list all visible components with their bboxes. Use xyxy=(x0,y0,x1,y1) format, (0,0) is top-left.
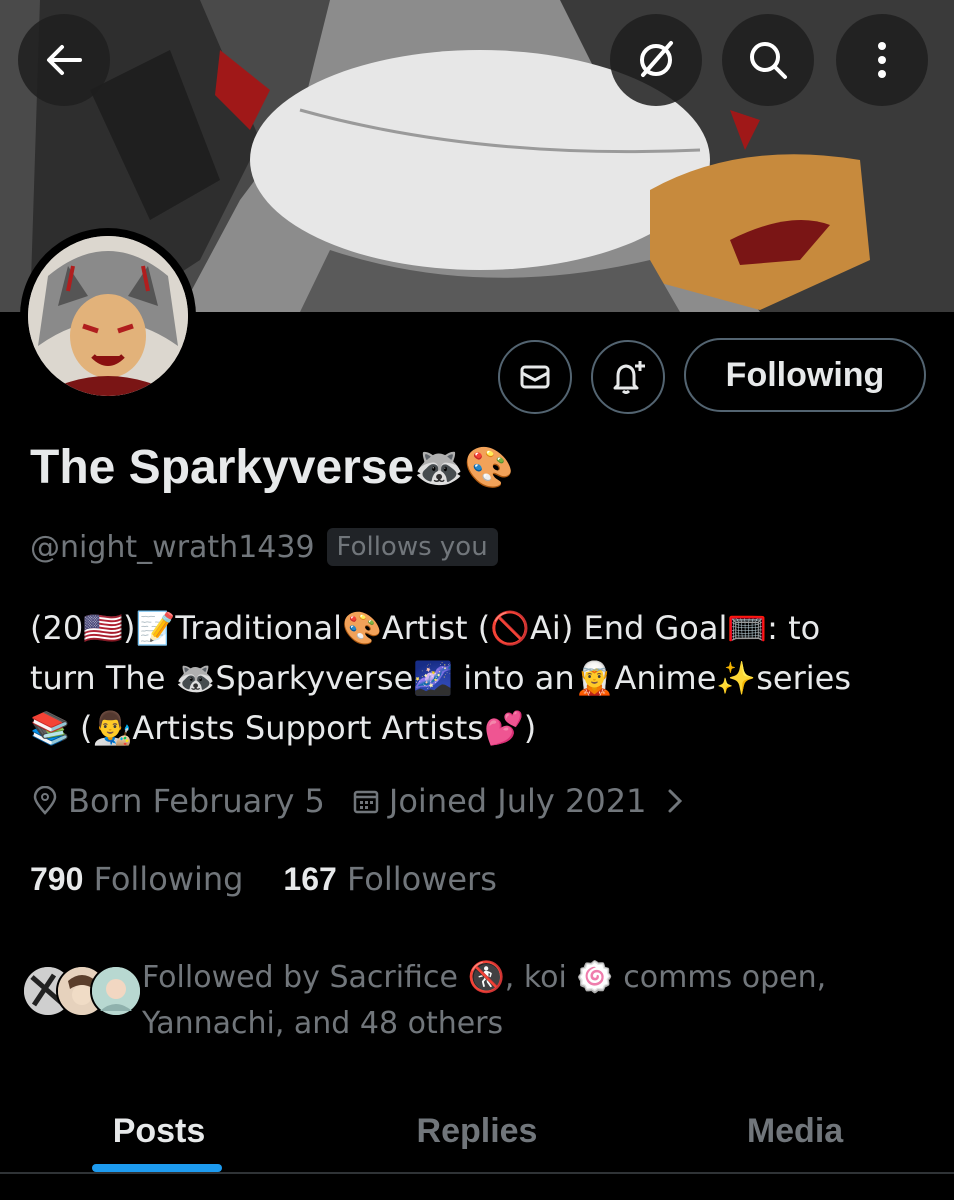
followed-by-line: Followed by Sacrifice 🚷, koi 🍥 comms ope… xyxy=(142,960,827,995)
profile-meta: Born February 5 Joined July 2021 xyxy=(30,782,694,820)
search-button[interactable] xyxy=(722,14,814,106)
chevron-right-icon[interactable] xyxy=(664,787,686,815)
tab-divider xyxy=(0,1172,954,1174)
followed-by-text[interactable]: Followed by Sacrifice 🚷, koi 🍥 comms ope… xyxy=(142,955,902,1047)
bio-line: (20🇺🇸)📝Traditional🎨Artist (🚫Ai) End Goal… xyxy=(30,609,821,647)
tab-posts[interactable]: Posts xyxy=(0,1090,318,1172)
notify-button[interactable] xyxy=(591,340,665,414)
following-button[interactable]: Following xyxy=(684,338,926,412)
follows-you-badge: Follows you xyxy=(326,528,498,566)
search-icon xyxy=(750,42,787,79)
more-vertical-icon xyxy=(878,42,886,78)
handle-row: @night_wrath1439 Follows you xyxy=(30,528,498,566)
avatar xyxy=(90,965,142,1017)
followers-stat[interactable]: 167 Followers xyxy=(283,860,496,898)
display-name: The Sparkyverse 🦝🎨 xyxy=(30,440,514,495)
followers-label: Followers xyxy=(346,860,497,898)
tab-replies[interactable]: Replies xyxy=(318,1090,636,1172)
bio-line: turn The 🦝Sparkyverse🌌 into an🧝Anime✨ser… xyxy=(30,659,852,697)
active-tab-indicator xyxy=(92,1164,222,1172)
avatar[interactable] xyxy=(20,228,196,404)
bio: (20🇺🇸)📝Traditional🎨Artist (🚫Ai) End Goal… xyxy=(30,603,930,753)
location-pin-icon xyxy=(30,786,60,816)
following-count: 790 xyxy=(30,861,84,897)
message-button[interactable] xyxy=(498,340,572,414)
display-name-text: The Sparkyverse xyxy=(30,441,415,494)
envelope-icon xyxy=(520,365,550,389)
back-button[interactable] xyxy=(18,14,110,106)
avatar-artwork xyxy=(28,236,188,396)
tab-media[interactable]: Media xyxy=(636,1090,954,1172)
handle: @night_wrath1439 xyxy=(30,529,315,565)
following-stat[interactable]: 790 Following xyxy=(30,860,243,898)
bell-plus-icon xyxy=(613,361,645,394)
display-name-emojis: 🦝🎨 xyxy=(414,446,514,490)
arrow-left-icon xyxy=(47,45,82,75)
followed-by-avatars[interactable] xyxy=(22,955,142,1017)
grok-button[interactable] xyxy=(610,14,702,106)
followers-count: 167 xyxy=(283,861,337,897)
profile-tabs: Posts Replies Media xyxy=(0,1090,954,1172)
bio-line: 📚 (👨‍🎨Artists Support Artists💕) xyxy=(30,709,537,747)
slash-circle-icon xyxy=(640,41,673,77)
joined-date[interactable]: Joined July 2021 xyxy=(389,782,647,820)
calendar-icon xyxy=(351,786,381,816)
more-button[interactable] xyxy=(836,14,928,106)
follow-stats: 790 Following 167 Followers xyxy=(30,860,537,898)
born-date: Born February 5 xyxy=(68,782,325,820)
followed-by-line: Yannachi, and 48 others xyxy=(142,1006,504,1041)
following-label: Following xyxy=(93,860,244,898)
